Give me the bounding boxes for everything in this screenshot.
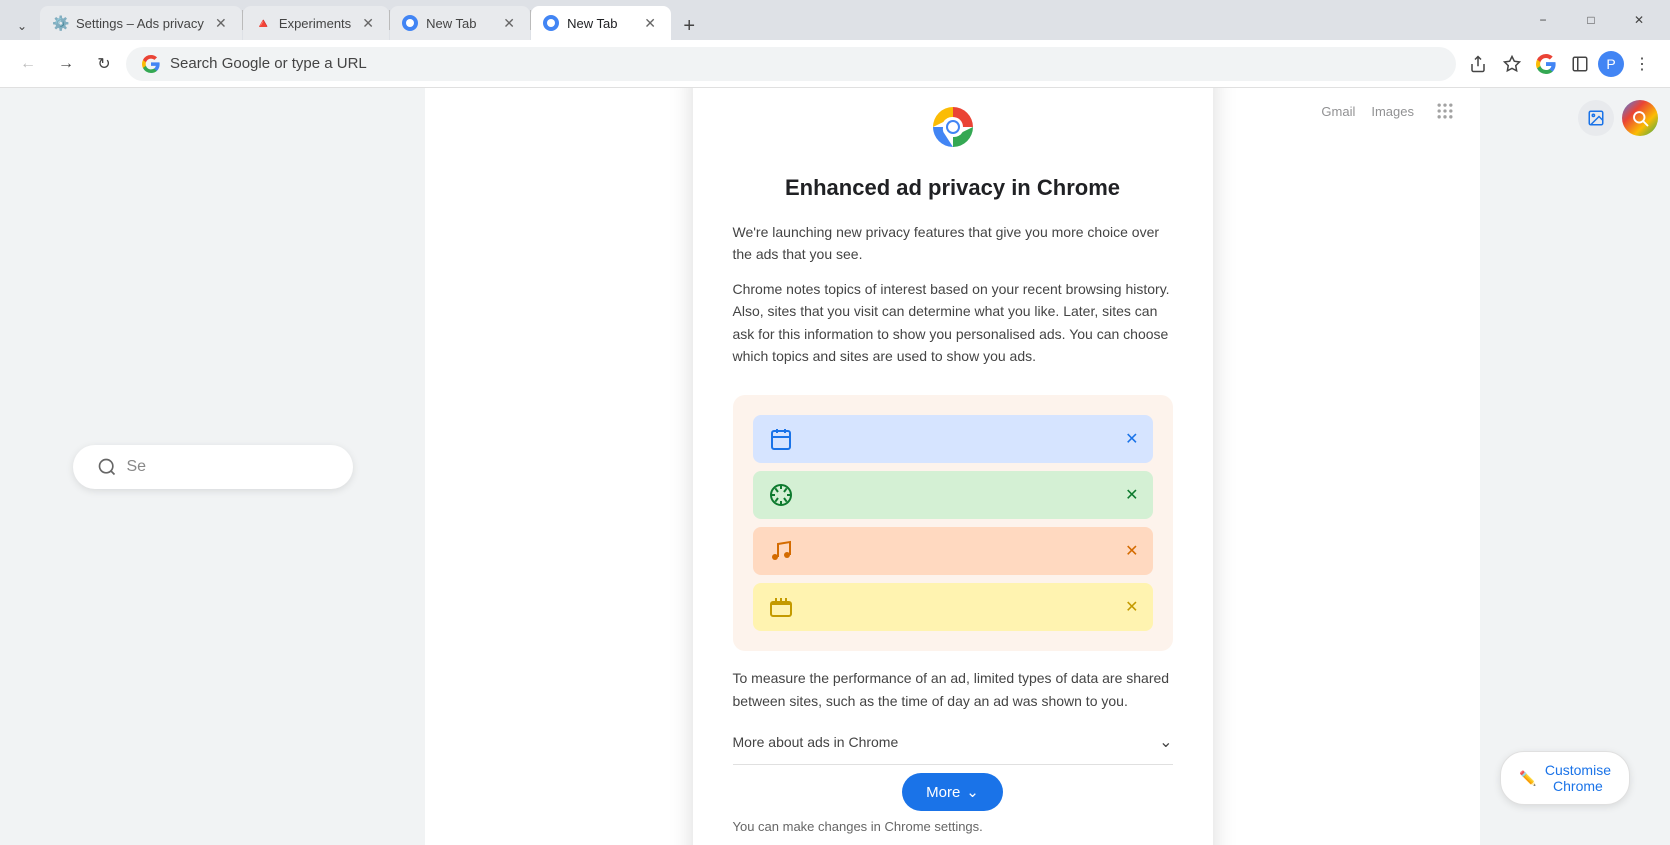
film-icon <box>767 593 795 621</box>
tab-favicon-newtab2 <box>543 15 559 31</box>
more-about-chevron-icon[interactable]: ⌄ <box>1159 732 1172 752</box>
tab-title-settings: Settings – Ads privacy <box>76 16 204 31</box>
left-panel: Se <box>0 88 425 845</box>
more-button-chevron-icon: ⌄ <box>966 783 979 801</box>
google-account-button[interactable] <box>1530 48 1562 80</box>
tab-favicon-newtab1 <box>402 15 418 31</box>
tab-close-newtab1[interactable]: ✕ <box>500 14 518 32</box>
topic-row-music: ✕ <box>753 527 1153 575</box>
back-button[interactable]: ← <box>12 48 44 80</box>
minimize-button[interactable]: − <box>1520 4 1566 36</box>
topic-row-film: ✕ <box>753 583 1153 631</box>
address-bar[interactable]: Search Google or type a URL <box>126 47 1456 81</box>
image-search-button[interactable] <box>1578 100 1614 136</box>
topic-remove-calendar[interactable]: ✕ <box>1125 429 1138 449</box>
tab-newtab-2[interactable]: New Tab ✕ <box>531 6 671 40</box>
new-tab-button[interactable]: + <box>675 12 703 40</box>
more-button[interactable]: More ⌄ <box>902 773 1003 811</box>
google-g-icon <box>142 55 160 73</box>
music-icon <box>767 537 795 565</box>
right-toolbar-icons <box>1480 88 1670 148</box>
search-pill-text: Se <box>127 458 147 476</box>
more-button-label: More <box>926 784 960 801</box>
more-about-label: More about ads in Chrome <box>733 734 899 750</box>
topic-row-calendar: ✕ <box>753 415 1153 463</box>
tab-title-newtab2: New Tab <box>567 16 633 31</box>
dialog-bottom-text: To measure the performance of an ad, lim… <box>733 667 1173 712</box>
close-button[interactable]: ✕ <box>1616 4 1662 36</box>
forward-button[interactable]: → <box>50 48 82 80</box>
reload-button[interactable]: ↻ <box>88 48 120 80</box>
toolbar: ← → ↻ Search Google or type a URL <box>0 40 1670 88</box>
topic-row-soccer: ✕ <box>753 471 1153 519</box>
chrome-logo <box>925 99 981 155</box>
customise-chrome-label: Customise Chrome <box>1545 762 1611 794</box>
address-bar-text: Search Google or type a URL <box>170 55 1440 72</box>
dialog-footer-text: You can make changes in Chrome settings. <box>733 819 1173 834</box>
customise-chrome-button[interactable]: ✏️ Customise Chrome <box>1500 751 1630 805</box>
tab-newtab-1[interactable]: New Tab ✕ <box>390 6 530 40</box>
calendar-icon <box>767 425 795 453</box>
customise-chrome-pencil-icon: ✏️ <box>1519 770 1536 787</box>
tab-favicon-experiments: 🔺 <box>255 15 271 31</box>
maximize-button[interactable]: □ <box>1568 4 1614 36</box>
topic-remove-music[interactable]: ✕ <box>1125 541 1138 561</box>
dialog-title: Enhanced ad privacy in Chrome <box>785 175 1120 201</box>
tab-favicon-settings: ⚙️ <box>52 15 68 31</box>
search-pill[interactable]: Se <box>73 445 353 489</box>
search-area: Se <box>73 445 353 489</box>
dialog-illustration: ✕ ✕ <box>733 395 1173 651</box>
topic-remove-soccer[interactable]: ✕ <box>1125 485 1138 505</box>
more-about-section: More about ads in Chrome ⌄ <box>733 732 1173 765</box>
tab-close-settings[interactable]: ✕ <box>212 14 230 32</box>
search-icon <box>97 457 117 477</box>
sidebar-toggle-button[interactable] <box>1564 48 1596 80</box>
tab-close-experiments[interactable]: ✕ <box>359 14 377 32</box>
tab-scroll-button[interactable]: ⌄ <box>8 12 36 40</box>
bookmark-button[interactable] <box>1496 48 1528 80</box>
profile-avatar[interactable]: P <box>1598 51 1624 77</box>
dialog-overlay: Enhanced ad privacy in Chrome We're laun… <box>425 88 1480 845</box>
dialog-paragraph1: We're launching new privacy features tha… <box>733 221 1173 266</box>
content-area: Se Gmail Images <box>0 88 1670 845</box>
soccer-icon <box>767 481 795 509</box>
ads-privacy-dialog: Enhanced ad privacy in Chrome We're laun… <box>693 88 1213 845</box>
google-lens-button[interactable] <box>1622 100 1658 136</box>
toolbar-actions: P ⋮ <box>1462 48 1658 80</box>
right-panel: ✏️ Customise Chrome <box>1480 88 1670 845</box>
tab-close-newtab2[interactable]: ✕ <box>641 14 659 32</box>
tab-title-newtab1: New Tab <box>426 16 492 31</box>
chrome-menu-button[interactable]: ⋮ <box>1626 48 1658 80</box>
newtab-main-content: Gmail Images <box>425 88 1480 845</box>
share-button[interactable] <box>1462 48 1494 80</box>
tab-bar: ⌄ ⚙️ Settings – Ads privacy ✕ 🔺 Experime… <box>0 0 1670 40</box>
tab-experiments[interactable]: 🔺 Experiments ✕ <box>243 6 389 40</box>
browser-window: ⌄ ⚙️ Settings – Ads privacy ✕ 🔺 Experime… <box>0 0 1670 845</box>
tab-settings-ads-privacy[interactable]: ⚙️ Settings – Ads privacy ✕ <box>40 6 242 40</box>
tab-title-experiments: Experiments <box>279 16 351 31</box>
topic-remove-film[interactable]: ✕ <box>1125 597 1138 617</box>
dialog-paragraph2: Chrome notes topics of interest based on… <box>733 278 1173 368</box>
window-controls: − □ ✕ <box>1520 4 1662 40</box>
